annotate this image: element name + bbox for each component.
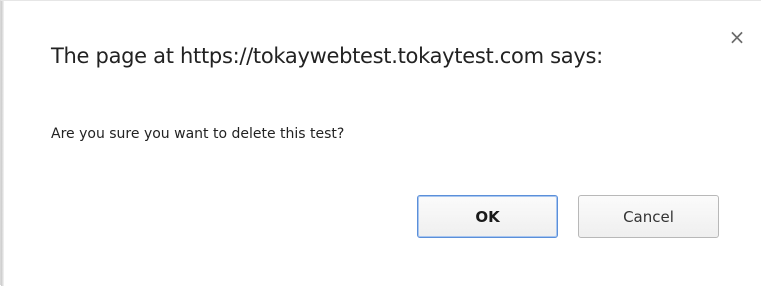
dialog-edge bbox=[1, 1, 4, 286]
dialog-title: The page at https://tokaywebtest.tokayte… bbox=[51, 44, 603, 68]
ok-button-label: OK bbox=[475, 207, 500, 226]
cancel-button[interactable]: Cancel bbox=[578, 195, 719, 238]
close-icon[interactable]: × bbox=[728, 27, 746, 47]
ok-button[interactable]: OK bbox=[417, 195, 558, 238]
cancel-button-label: Cancel bbox=[623, 207, 674, 226]
alert-dialog: The page at https://tokaywebtest.tokayte… bbox=[0, 0, 761, 286]
dialog-message: Are you sure you want to delete this tes… bbox=[51, 126, 345, 142]
